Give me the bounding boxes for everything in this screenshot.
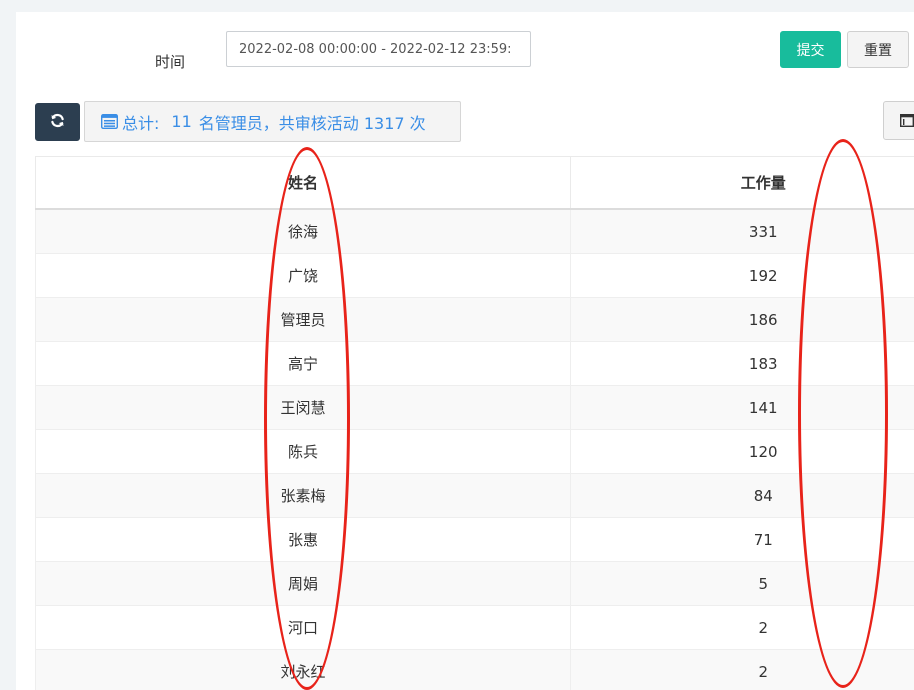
cell-workload: 331 [570, 209, 914, 254]
table-row[interactable]: 王闵慧 141 [35, 385, 914, 430]
list-icon [101, 114, 118, 129]
date-range-input[interactable] [226, 31, 531, 67]
table-header-row: 姓名 工作量 [35, 156, 914, 210]
workload-table: 姓名 工作量 徐海 331 广饶 192 管理员 186 高宁 183 王闵慧 141 陈兵 120 张… [35, 156, 914, 690]
summary-prefix: 总计: [122, 113, 160, 133]
table-row[interactable]: 张素梅 84 [35, 473, 914, 518]
cell-name: 管理员 [35, 297, 571, 342]
cell-workload: 192 [570, 253, 914, 298]
cell-workload: 71 [570, 517, 914, 562]
time-label: 时间 [155, 53, 186, 71]
content-panel: 时间 提交 重置 总计: 11 名管理员，共审核活动 1317 次 [16, 12, 914, 690]
cell-name: 河口 [35, 605, 571, 650]
reset-button[interactable]: 重置 [847, 31, 909, 68]
table-row[interactable]: 广饶 192 [35, 253, 914, 298]
cell-name: 周娟 [35, 561, 571, 606]
cell-workload: 84 [570, 473, 914, 518]
cell-name: 广饶 [35, 253, 571, 298]
table-row[interactable]: 徐海 331 [35, 209, 914, 254]
table-row[interactable]: 陈兵 120 [35, 429, 914, 474]
cell-name: 高宁 [35, 341, 571, 386]
cell-name: 陈兵 [35, 429, 571, 474]
table-row[interactable]: 张惠 71 [35, 517, 914, 562]
refresh-icon [50, 113, 65, 132]
cell-workload: 120 [570, 429, 914, 474]
cell-name: 刘永红 [35, 649, 571, 690]
cell-name: 王闵慧 [35, 385, 571, 430]
columns-icon [900, 114, 914, 127]
cell-workload: 2 [570, 605, 914, 650]
summary-box: 总计: 11 名管理员，共审核活动 1317 次 [84, 101, 461, 142]
header-name[interactable]: 姓名 [35, 156, 571, 210]
table-row[interactable]: 河口 2 [35, 605, 914, 650]
submit-button[interactable]: 提交 [780, 31, 841, 68]
cell-workload: 183 [570, 341, 914, 386]
table-body: 徐海 331 广饶 192 管理员 186 高宁 183 王闵慧 141 陈兵 120 张素梅 84 张惠 7… [35, 209, 914, 690]
table-row[interactable]: 管理员 186 [35, 297, 914, 342]
columns-button[interactable] [883, 101, 914, 140]
table-row[interactable]: 周娟 5 [35, 561, 914, 606]
summary-count: 11 [171, 112, 192, 131]
header-workload[interactable]: 工作量 [570, 156, 914, 210]
cell-name: 张惠 [35, 517, 571, 562]
table-row[interactable]: 高宁 183 [35, 341, 914, 386]
cell-workload: 186 [570, 297, 914, 342]
cell-name: 张素梅 [35, 473, 571, 518]
cell-workload: 5 [570, 561, 914, 606]
refresh-button[interactable] [35, 103, 80, 141]
summary-text: 名管理员，共审核活动 1317 次 [198, 113, 426, 133]
cell-workload: 141 [570, 385, 914, 430]
cell-name: 徐海 [35, 209, 571, 254]
table-row[interactable]: 刘永红 2 [35, 649, 914, 690]
cell-workload: 2 [570, 649, 914, 690]
